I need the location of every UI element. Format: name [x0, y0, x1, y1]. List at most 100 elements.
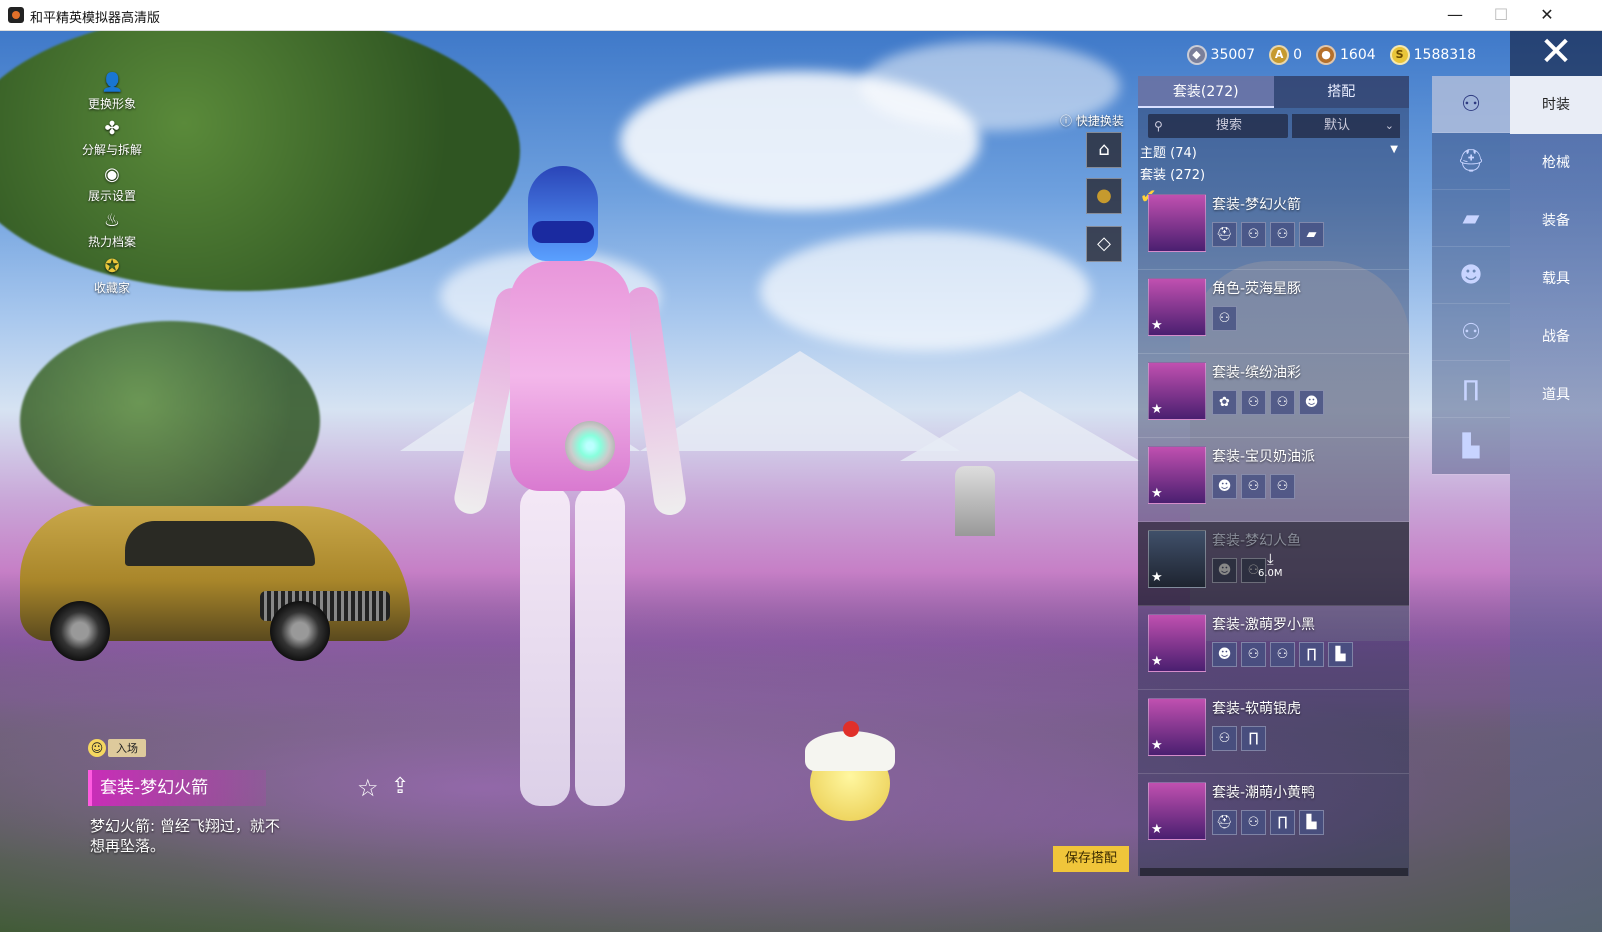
part-icon[interactable]: ⚇ — [1241, 222, 1266, 247]
theme-filter[interactable]: 主题 (74) ▼ — [1140, 142, 1402, 162]
collector-button[interactable]: ✪ 收藏家 — [72, 256, 152, 302]
part-icon[interactable]: ☻ — [1212, 474, 1237, 499]
outfit-thumbnail: ★ — [1148, 362, 1206, 420]
part-icon[interactable]: ⛑ — [1212, 222, 1237, 247]
search-input[interactable]: ⚲ 搜索 — [1148, 114, 1288, 138]
star-icon: ★ — [1151, 738, 1163, 753]
car-wheel — [50, 601, 110, 661]
list-item[interactable]: ★ 套装-宝贝奶油派 ☻ ⚇ ⚇ — [1138, 438, 1409, 522]
windmill-distant — [955, 466, 995, 536]
outfit-name: 套装-缤纷油彩 — [1212, 365, 1302, 381]
dropdown-triangle-icon: ▼ — [1390, 144, 1398, 155]
window-title: 和平精英模拟器高清版 — [30, 11, 161, 26]
list-item[interactable]: ★ 角色-荧海星豚 ⚇ — [1138, 270, 1409, 354]
part-icon[interactable]: ✿ — [1212, 390, 1237, 415]
left-menu-label: 分解与拆解 — [81, 143, 142, 157]
list-item[interactable]: ★ 套装-梦幻人鱼 ☻ ⚇ ⤓ 6.0M — [1138, 522, 1409, 606]
close-window-button[interactable]: ✕ — [1524, 0, 1570, 31]
part-icon[interactable]: ⚇ — [1212, 306, 1237, 331]
part-icon[interactable]: ⚇ — [1270, 642, 1295, 667]
part-icon[interactable]: ▙ — [1299, 810, 1324, 835]
sort-dropdown[interactable]: 默认 ⌄ — [1292, 114, 1400, 138]
car-wheel — [270, 601, 330, 661]
list-item[interactable]: ✔ 套装-梦幻火箭 ⛑ ⚇ ⚇ ▰ — [1138, 184, 1409, 270]
tab-sets[interactable]: 套装(272) — [1138, 76, 1274, 108]
entry-badge: ☺ 入场 — [88, 738, 146, 758]
category-items[interactable]: 道具 — [1510, 366, 1602, 424]
part-icon[interactable]: ⚇ — [1270, 390, 1295, 415]
favorite-star-icon[interactable]: ☆ — [357, 774, 379, 802]
flame-icon: ♨ — [103, 210, 121, 231]
currency-bronze[interactable]: ● 1604 — [1316, 44, 1376, 66]
maximize-button[interactable]: ☐ — [1478, 0, 1524, 31]
mask-icon[interactable]: ☻ — [1432, 247, 1510, 304]
currency-gold[interactable]: S 1588318 — [1389, 44, 1476, 66]
category-fashion[interactable]: 时装 — [1510, 76, 1602, 134]
part-icon[interactable]: ∏ — [1270, 810, 1295, 835]
part-icon[interactable]: ☻ — [1299, 390, 1324, 415]
part-icon[interactable]: ⚇ — [1212, 726, 1237, 751]
wardrobe-icon[interactable]: ⌂ — [1086, 132, 1122, 168]
part-icon[interactable]: ⚇ — [1270, 222, 1295, 247]
list-item[interactable]: ★ 套装-激萌罗小黑 ☻ ⚇ ⚇ ∏ ▙ — [1138, 606, 1409, 690]
share-icon[interactable]: ⇪ — [391, 774, 409, 799]
eye-icon: ◉ — [104, 164, 120, 185]
part-icon[interactable]: ⚇ — [1241, 810, 1266, 835]
diamond-icon[interactable]: ◇ — [1086, 226, 1122, 262]
collector-badge-icon: ✪ — [104, 256, 120, 277]
category-equipment[interactable]: 装备 — [1510, 192, 1602, 250]
character-visor — [532, 221, 594, 243]
pants-icon[interactable]: ∏ — [1432, 361, 1510, 418]
part-icon[interactable]: ▙ — [1328, 642, 1353, 667]
part-icon[interactable]: ⚇ — [1241, 390, 1266, 415]
headgear-icon[interactable]: ⛑ — [1432, 133, 1510, 190]
currency-value: 35007 — [1210, 47, 1256, 63]
glasses-icon[interactable]: ▰ — [1432, 190, 1510, 247]
part-icon[interactable]: ☻ — [1212, 642, 1237, 667]
left-menu-label: 展示设置 — [87, 189, 136, 203]
outfit-thumbnail — [1148, 194, 1206, 252]
list-scrollbar[interactable] — [1140, 868, 1408, 876]
save-combo-button[interactable]: 保存搭配 — [1053, 846, 1129, 872]
left-menu-label: 更换形象 — [87, 97, 136, 111]
left-menu-label: 热力档案 — [87, 235, 136, 249]
list-item[interactable]: ★ 套装-缤纷油彩 ✿ ⚇ ⚇ ☻ — [1138, 354, 1409, 438]
part-icon[interactable]: ∏ — [1241, 726, 1266, 751]
subcategory-rail: ⚇ ⛑ ▰ ☻ ⚇ ∏ ▙ — [1432, 76, 1510, 475]
part-icon[interactable]: ⚇ — [1270, 474, 1295, 499]
category-gear[interactable]: 战备 — [1510, 308, 1602, 366]
tab-combos[interactable]: 搭配 — [1273, 76, 1409, 108]
top-icon[interactable]: ⚇ — [1432, 304, 1510, 361]
part-icon[interactable]: ⚇ — [1241, 474, 1266, 499]
outfit-parts: ✿ ⚇ ⚇ ☻ — [1212, 390, 1324, 415]
list-item[interactable]: ★ 套装-潮萌小黄鸭 ⛑ ⚇ ∏ ▙ — [1138, 774, 1409, 858]
minimize-button[interactable]: — — [1432, 0, 1478, 31]
part-icon[interactable]: ⚇ — [1241, 642, 1266, 667]
character-core — [565, 421, 615, 471]
download-button[interactable]: ⤓ 6.0M — [1258, 550, 1283, 579]
part-icon[interactable]: ∏ — [1299, 642, 1324, 667]
star-icon: ★ — [1151, 402, 1163, 417]
quick-change-label[interactable]: ⓘ 快捷换装 — [1060, 112, 1124, 129]
change-appearance-button[interactable]: 👤 更换形象 — [72, 72, 152, 118]
medal-icon[interactable]: ● — [1086, 178, 1122, 214]
close-panel-button[interactable]: ✕ — [1510, 31, 1602, 76]
list-item[interactable]: ★ 套装-软萌银虎 ⚇ ∏ — [1138, 690, 1409, 774]
category-vehicles[interactable]: 载具 — [1510, 250, 1602, 308]
download-size: 6.0M — [1258, 568, 1283, 579]
outfit-parts: ⚇ ∏ — [1212, 726, 1266, 751]
person-icon: 👤 — [101, 72, 124, 93]
part-icon[interactable]: ☻ — [1212, 558, 1237, 583]
currency-bar: ◆ 35007 A 0 ● 1604 S 1588318 — [1186, 44, 1476, 66]
heat-archive-button[interactable]: ♨ 热力档案 — [72, 210, 152, 256]
suit-icon[interactable]: ⚇ — [1432, 76, 1510, 133]
category-weapons[interactable]: 枪械 — [1510, 134, 1602, 192]
decompose-button[interactable]: ✤ 分解与拆解 — [72, 118, 152, 164]
currency-silver[interactable]: ◆ 35007 — [1186, 44, 1256, 66]
currency-gold-badge[interactable]: A 0 — [1269, 44, 1302, 66]
shoes-icon[interactable]: ▙ — [1432, 418, 1510, 475]
part-icon[interactable]: ▰ — [1299, 222, 1324, 247]
part-icon[interactable]: ⛑ — [1212, 810, 1237, 835]
currency-value: 1604 — [1340, 47, 1376, 63]
display-settings-button[interactable]: ◉ 展示设置 — [72, 164, 152, 210]
